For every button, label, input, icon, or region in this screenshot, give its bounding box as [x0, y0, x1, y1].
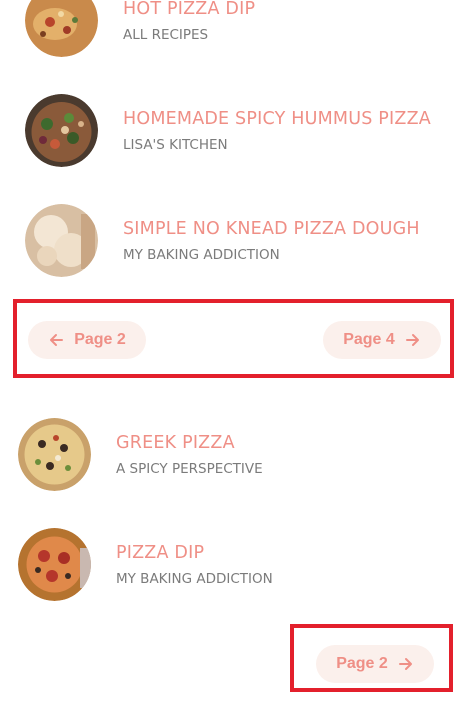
- recipe-item[interactable]: SIMPLE NO KNEAD PIZZA DOUGH MY BAKING AD…: [25, 204, 420, 277]
- recipe-source: A SPICY PERSPECTIVE: [116, 460, 263, 477]
- arrow-right-icon: [398, 656, 414, 672]
- arrow-right-icon: [405, 332, 421, 348]
- recipe-item[interactable]: HOT PIZZA DIP ALL RECIPES: [25, 0, 255, 57]
- recipe-title[interactable]: GREEK PIZZA: [116, 432, 263, 454]
- next-page-label: Page 4: [343, 331, 395, 348]
- pizza-dough-thumbnail[interactable]: [25, 204, 98, 277]
- recipe-source: LISA'S KITCHEN: [123, 136, 228, 153]
- recipe-item[interactable]: GREEK PIZZA A SPICY PERSPECTIVE: [18, 418, 263, 491]
- hummus-pizza-thumbnail[interactable]: [25, 94, 98, 167]
- recipe-title[interactable]: SIMPLE NO KNEAD PIZZA DOUGH: [123, 218, 420, 240]
- next-page-button[interactable]: Page 4: [323, 321, 441, 359]
- recipe-source: MY BAKING ADDICTION: [116, 570, 273, 587]
- pizza-dip-thumbnail[interactable]: [25, 0, 98, 57]
- recipe-item[interactable]: HOMEMADE SPICY HUMMUS PIZZA LISA'S KITCH…: [25, 94, 431, 167]
- arrow-left-icon: [48, 332, 64, 348]
- prev-page-button[interactable]: Page 2: [28, 321, 146, 359]
- next-page-label: Page 2: [336, 655, 388, 672]
- next-page-button-bottom[interactable]: Page 2: [316, 645, 434, 683]
- recipe-source: ALL RECIPES: [123, 26, 209, 43]
- recipe-item[interactable]: PIZZA DIP MY BAKING ADDICTION: [18, 528, 273, 601]
- recipe-source: MY BAKING ADDICTION: [123, 246, 280, 263]
- pizza-dip-thumbnail[interactable]: [18, 528, 91, 601]
- recipe-title[interactable]: HOMEMADE SPICY HUMMUS PIZZA: [123, 108, 431, 130]
- greek-pizza-thumbnail[interactable]: [18, 418, 91, 491]
- prev-page-label: Page 2: [74, 331, 126, 348]
- recipe-title[interactable]: PIZZA DIP: [116, 542, 273, 564]
- recipe-title[interactable]: HOT PIZZA DIP: [123, 0, 255, 20]
